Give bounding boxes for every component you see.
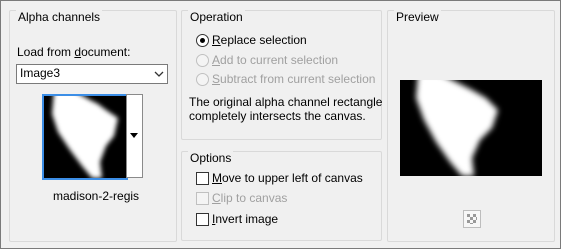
alpha-channel-thumbnail[interactable]	[42, 91, 128, 180]
document-select-value: Image3	[20, 66, 61, 80]
replace-selection-radio[interactable]	[196, 34, 209, 47]
invert-image-label[interactable]: Invert image	[212, 212, 278, 227]
dialog-frame: Alpha channels Load from document: Image…	[0, 0, 561, 249]
subtract-from-selection-label[interactable]: Subtract from current selection	[212, 72, 375, 87]
load-from-document-label: Load from document:	[17, 45, 131, 59]
invert-image-checkbox[interactable]	[196, 213, 209, 226]
operation-title: Operation	[188, 10, 245, 24]
options-title: Options	[188, 151, 234, 165]
replace-selection-label[interactable]: Replace selection	[212, 33, 307, 48]
channel-name-label: madison-2-regis	[53, 189, 140, 203]
preview-mask-image	[400, 74, 542, 176]
clip-to-canvas-checkbox[interactable]	[196, 192, 209, 205]
clip-to-canvas-label[interactable]: Clip to canvas	[212, 191, 287, 206]
thumbnail-dropdown-button[interactable]	[126, 94, 143, 178]
preview-image	[400, 74, 542, 176]
add-to-selection-label[interactable]: Add to current selection	[212, 53, 338, 68]
triangle-down-icon	[130, 133, 138, 138]
add-to-selection-radio[interactable]	[196, 54, 209, 67]
operation-description-line1: The original alpha channel rectangle	[189, 95, 383, 109]
move-to-upper-left-checkbox[interactable]	[196, 172, 209, 185]
document-select[interactable]: Image3	[16, 64, 168, 84]
preview-title: Preview	[394, 10, 441, 24]
checker-preview-icon[interactable]	[463, 210, 481, 228]
operation-description-line2: completely intersects the canvas.	[189, 109, 366, 123]
chevron-down-icon	[151, 65, 167, 83]
subtract-from-selection-radio[interactable]	[196, 73, 209, 86]
alpha-channels-title: Alpha channels	[16, 10, 103, 24]
thumbnail-mask-image	[44, 91, 126, 178]
move-to-upper-left-label[interactable]: Move to upper left of canvas	[212, 171, 363, 186]
